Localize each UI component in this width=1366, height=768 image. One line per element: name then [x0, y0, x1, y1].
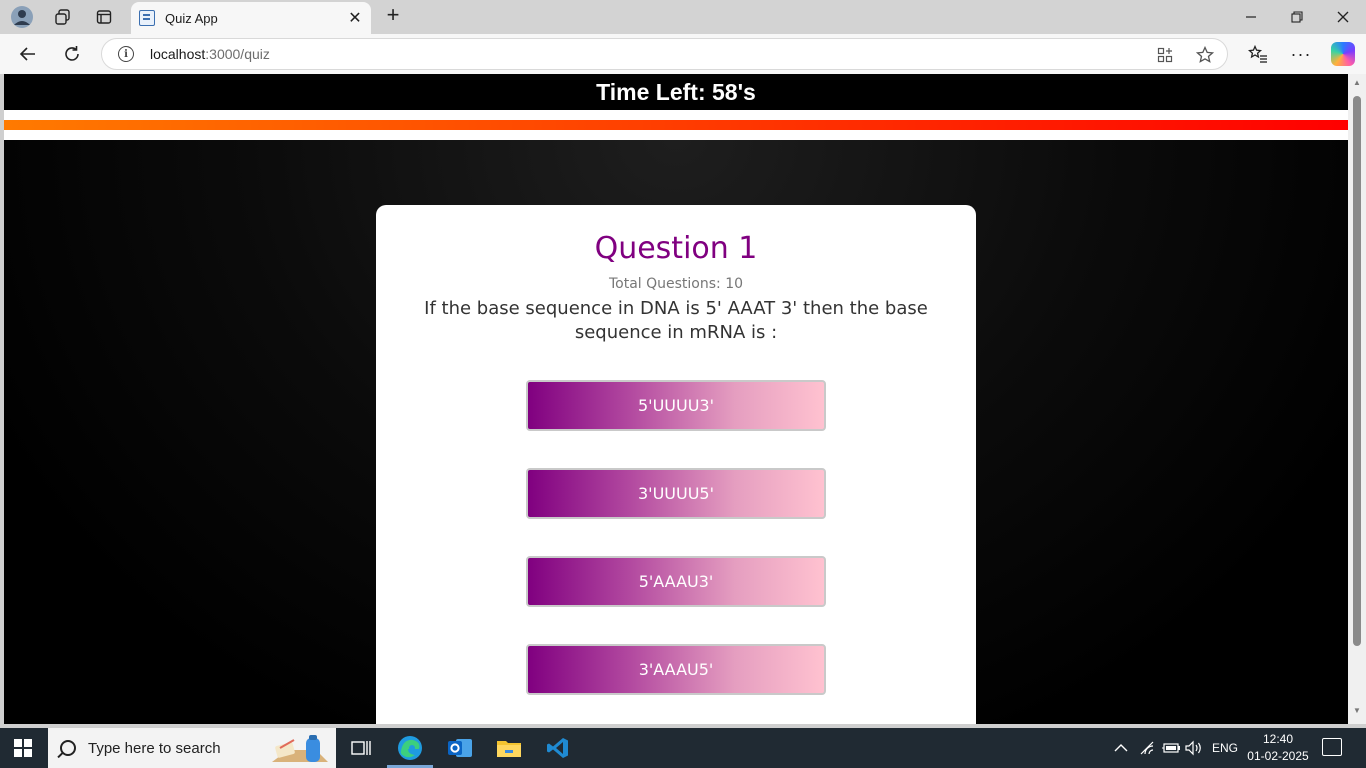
task-view-icon[interactable]: [344, 732, 378, 764]
language-indicator[interactable]: ENG: [1212, 728, 1238, 768]
profile-avatar-icon[interactable]: [9, 5, 35, 29]
app-available-icon[interactable]: [1153, 43, 1177, 67]
close-window-icon[interactable]: [1320, 0, 1366, 34]
option-button-1[interactable]: 5'UUUU3': [526, 380, 826, 431]
tab-actions-icon[interactable]: [91, 5, 117, 29]
copilot-icon[interactable]: [1331, 42, 1355, 66]
browser-toolbar: i localhost:3000/quiz ···: [0, 34, 1366, 74]
back-icon[interactable]: [14, 40, 42, 68]
minimize-icon[interactable]: [1228, 0, 1274, 34]
notification-icon[interactable]: [1322, 738, 1342, 756]
workspaces-icon[interactable]: [50, 5, 76, 29]
address-bar[interactable]: i localhost:3000/quiz: [101, 38, 1228, 70]
battery-icon[interactable]: [1161, 728, 1181, 768]
time-progress-track: [4, 110, 1348, 140]
search-icon: [60, 740, 76, 756]
browser-tab-strip: Quiz App ✕ +: [0, 0, 1366, 34]
question-text: If the base sequence in DNA is 5' AAAT 3…: [424, 298, 928, 343]
page-scrollbar[interactable]: ▲ ▼: [1348, 74, 1366, 724]
restore-icon[interactable]: [1274, 0, 1320, 34]
timer-text: Time Left: 58's: [596, 78, 756, 105]
search-placeholder: Type here to search: [88, 739, 221, 757]
new-tab-icon[interactable]: +: [381, 4, 405, 28]
info-icon[interactable]: i: [118, 46, 134, 62]
file-explorer-icon[interactable]: [492, 732, 526, 764]
quiz-app-favicon-icon: [139, 10, 155, 26]
url-host: localhost: [150, 46, 206, 62]
url-path: :3000/quiz: [205, 46, 270, 62]
option-button-4[interactable]: 3'AAAU5': [526, 644, 826, 695]
favorite-star-icon[interactable]: [1193, 43, 1217, 67]
taskbar-clock[interactable]: 12:40 01-02-2025: [1246, 731, 1310, 765]
option-button-2[interactable]: 3'UUUU5': [526, 468, 826, 519]
scroll-down-icon[interactable]: ▼: [1352, 706, 1362, 716]
windows-taskbar: Type here to search ENG 12:40 01-02-2025: [0, 728, 1366, 768]
clock-date: 01-02-2025: [1247, 749, 1309, 763]
volume-icon[interactable]: [1185, 728, 1203, 768]
show-hidden-icons-chevron-up-icon[interactable]: [1114, 728, 1128, 768]
network-icon[interactable]: [1139, 728, 1157, 768]
question-card: Question 1 Total Questions: 10 If the ba…: [376, 205, 976, 724]
favorites-list-icon[interactable]: [1245, 42, 1271, 66]
vscode-icon[interactable]: [541, 732, 575, 764]
edge-icon[interactable]: [393, 732, 427, 764]
tab-quiz-app[interactable]: Quiz App ✕: [131, 2, 371, 34]
outlook-icon[interactable]: [443, 732, 477, 764]
question-title: Question 1: [594, 231, 758, 266]
windows-start-icon[interactable]: [14, 739, 32, 757]
refresh-icon[interactable]: [58, 40, 86, 68]
tab-title: Quiz App: [165, 10, 218, 26]
page-viewport: Time Left: 58's Question 1 Total Questio…: [4, 74, 1348, 724]
total-questions: Total Questions: 10: [608, 276, 744, 292]
option-button-3[interactable]: 5'AAAU3': [526, 556, 826, 607]
search-highlight-illustration-icon: [272, 735, 328, 762]
scrollbar-thumb[interactable]: [1353, 96, 1361, 646]
time-progress-fill: [4, 120, 1348, 130]
scroll-up-icon[interactable]: ▲: [1352, 78, 1362, 88]
clock-time: 12:40: [1262, 732, 1294, 746]
more-icon[interactable]: ···: [1288, 42, 1314, 66]
close-tab-icon[interactable]: ✕: [345, 8, 365, 28]
timer-bar: Time Left: 58's: [4, 74, 1348, 110]
